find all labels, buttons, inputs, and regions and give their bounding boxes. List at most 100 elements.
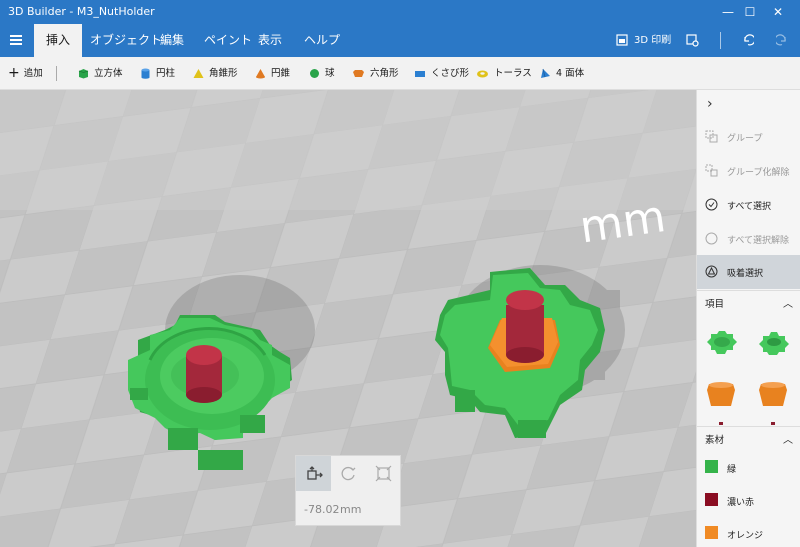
deselect-all-button[interactable]: すべて選択解除 (697, 224, 800, 254)
material-dark-red[interactable]: 濃い赤 (697, 486, 800, 516)
add-label: 追加 (23, 68, 43, 79)
cylinder-icon (141, 68, 150, 79)
ungroup-button[interactable]: グループ化解除 (697, 156, 800, 186)
item-thumbnail-gear-1[interactable] (703, 328, 739, 358)
material-swatch (705, 460, 718, 473)
hexagon-icon (353, 70, 364, 77)
snap-select-button[interactable]: 吸着選択 (697, 255, 800, 289)
3d-viewport[interactable]: mm -78.02 mm (0, 90, 696, 547)
cone-label: 円錐 (271, 68, 291, 79)
tab-view[interactable]: 表示 (246, 24, 294, 57)
redo-icon (774, 34, 786, 46)
items-header[interactable]: 項目 ︿ (697, 290, 800, 312)
item-thumbnail-nut-1[interactable] (703, 380, 739, 410)
cone-icon (256, 69, 265, 79)
material-orange[interactable]: オレンジ (697, 519, 800, 547)
pyramid-label: 角錐形 (209, 68, 238, 79)
tetrahedron-icon (541, 68, 550, 78)
item-thumbnail-bolt-1[interactable] (719, 422, 723, 425)
select-all-label: すべて選択 (727, 202, 772, 212)
plus-icon: + (8, 65, 20, 81)
move-icon (307, 466, 323, 480)
title-bar: 3D Builder - M3_NutHolder — ☐ ✕ (0, 0, 800, 24)
scale-tool-button[interactable] (366, 456, 401, 491)
print-3d-icon (616, 34, 628, 46)
collapse-panel-icon[interactable]: › (707, 96, 713, 112)
right-panel: › グループ グループ化解除 すべて選択 すべて選択解除 吸着選択 項目 ︿ 素… (696, 90, 800, 547)
undo-button[interactable] (742, 24, 756, 57)
toolbar-separator (56, 66, 57, 81)
insert-cone-button[interactable]: 円錐 (255, 57, 290, 90)
material-label: 濃い赤 (727, 498, 755, 508)
item-thumbnail-bolt-2[interactable] (771, 422, 775, 425)
settings-button[interactable] (686, 24, 699, 57)
transform-controls: -78.02 mm (295, 455, 401, 526)
scale-icon (375, 465, 392, 482)
insert-tetrahedron-button[interactable]: 4 面体 (540, 57, 584, 90)
menu-bar: 挿入 オブジェクト 編集 ペイント 表示 ヘルプ 3D 印刷 (0, 24, 800, 57)
sphere-label: 球 (325, 68, 335, 79)
undo-icon (744, 34, 756, 46)
item-thumbnail-nut-2[interactable] (755, 380, 791, 410)
sphere-icon (310, 69, 319, 78)
snap-select-label: 吸着選択 (727, 269, 764, 279)
materials-header[interactable]: 素材 ︿ (697, 426, 800, 448)
insert-toolbar: + 追加 立方体 円柱 角錐形 円錐 球 六角形 くさび形 トーラス 4 面体 (0, 57, 800, 90)
insert-pyramid-button[interactable]: 角錐形 (193, 57, 238, 90)
materials-header-label: 素材 (705, 435, 725, 446)
material-green[interactable]: 緑 (697, 453, 800, 483)
tab-edit[interactable]: 編集 (148, 24, 196, 57)
tab-insert[interactable]: 挿入 (34, 24, 83, 57)
wedge-label: くさび形 (431, 68, 470, 79)
rotate-tool-button[interactable] (331, 456, 366, 491)
close-button[interactable]: ✕ (756, 0, 800, 24)
select-all-button[interactable]: すべて選択 (697, 190, 800, 220)
snap-select-icon (705, 265, 718, 278)
move-tool-button[interactable] (296, 456, 331, 491)
window-title: 3D Builder - M3_NutHolder (8, 5, 155, 18)
material-swatch (705, 526, 718, 539)
ungroup-icon (705, 164, 718, 177)
pyramid-icon (193, 69, 204, 78)
rotate-icon (341, 466, 356, 481)
transform-unit: mm (340, 503, 362, 516)
print-3d-button[interactable]: 3D 印刷 (616, 24, 671, 57)
transform-value[interactable]: -78.02 (304, 503, 339, 516)
floor-fade (0, 90, 696, 210)
ungroup-label: グループ化解除 (727, 168, 790, 178)
insert-torus-button[interactable]: トーラス (476, 57, 532, 90)
torus-label: トーラス (494, 68, 532, 79)
select-all-icon (705, 198, 718, 211)
group-label: グループ (727, 134, 763, 144)
material-label: 緑 (727, 465, 737, 475)
tab-help[interactable]: ヘルプ (292, 24, 352, 57)
print-3d-label: 3D 印刷 (634, 35, 672, 46)
cylinder-label: 円柱 (156, 68, 176, 79)
hexagon-label: 六角形 (370, 68, 399, 79)
torus-icon (477, 70, 488, 78)
chevron-up-icon: ︿ (783, 435, 793, 446)
wedge-icon (415, 71, 425, 77)
items-header-label: 項目 (705, 299, 725, 310)
print-settings-icon (686, 33, 699, 47)
insert-hexagon-button[interactable]: 六角形 (352, 57, 399, 90)
cube-icon (78, 69, 89, 79)
item-thumbnail-gear-2[interactable] (755, 328, 791, 358)
add-button[interactable]: + 追加 (8, 57, 43, 90)
redo-button[interactable] (774, 24, 788, 57)
group-icon (705, 130, 718, 143)
deselect-all-icon (705, 232, 718, 245)
insert-sphere-button[interactable]: 球 (309, 57, 335, 90)
deselect-all-label: すべて選択解除 (727, 236, 790, 246)
cube-label: 立方体 (94, 68, 123, 79)
insert-wedge-button[interactable]: くさび形 (414, 57, 469, 90)
group-button[interactable]: グループ (697, 122, 800, 152)
insert-cylinder-button[interactable]: 円柱 (140, 57, 175, 90)
tetrahedron-label: 4 面体 (556, 68, 585, 79)
menu-separator (720, 32, 721, 49)
material-swatch (705, 493, 718, 506)
insert-cube-button[interactable]: 立方体 (78, 57, 123, 90)
chevron-up-icon: ︿ (783, 299, 793, 310)
material-label: オレンジ (727, 531, 764, 541)
hamburger-menu-icon[interactable] (6, 30, 26, 50)
